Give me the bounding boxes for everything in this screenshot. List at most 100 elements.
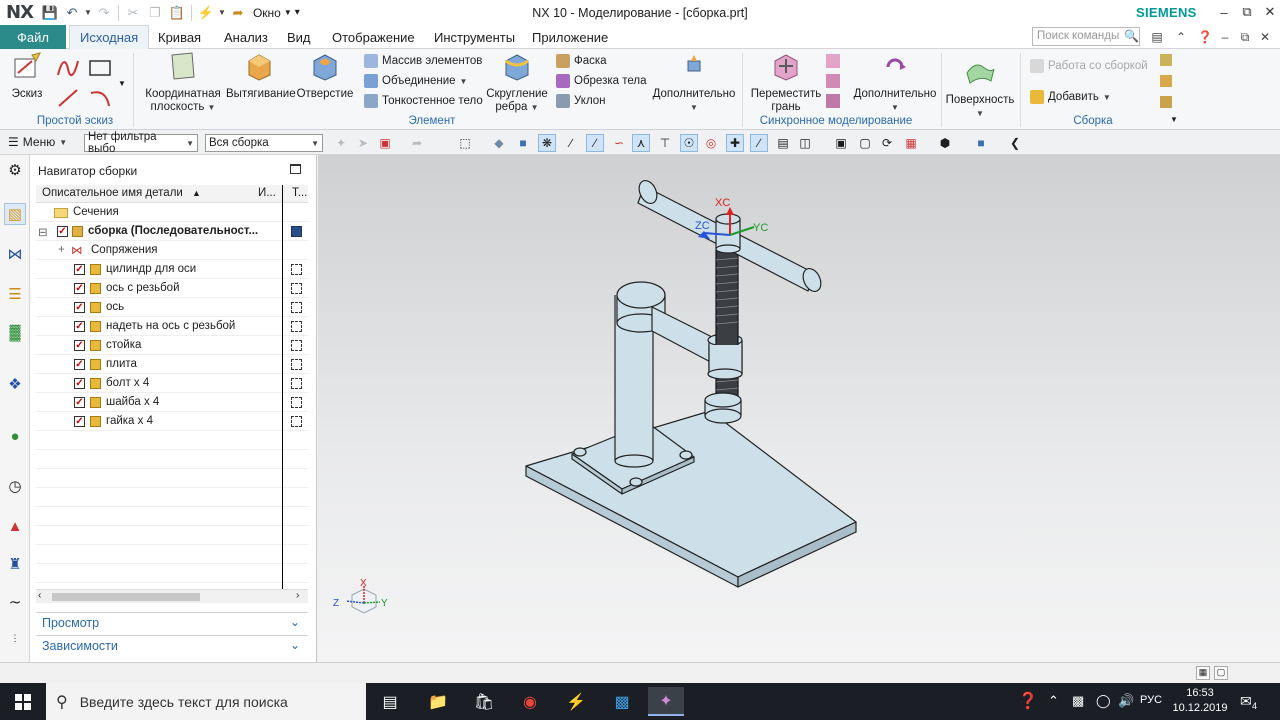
taskbar-search[interactable]: ⚲ Введите здесь текст для поиска	[46, 683, 366, 720]
sort-ascending-icon[interactable]: ▲	[192, 188, 201, 198]
checkbox[interactable]: ✓	[74, 340, 85, 351]
app-icon[interactable]: ⚡	[558, 687, 594, 716]
checkbox[interactable]: ✓	[74, 397, 85, 408]
column-header-i[interactable]: И...	[258, 187, 276, 199]
window-layout-icon[interactable]: ▢	[1214, 666, 1228, 680]
file-explorer-icon[interactable]: 📁	[420, 687, 456, 716]
repeat-dropdown-icon[interactable]: ▼	[217, 2, 227, 24]
zoom-icon[interactable]: ▢	[856, 134, 874, 152]
tab-analysis[interactable]: Анализ	[214, 25, 278, 49]
select-all-icon[interactable]: ▣	[376, 134, 394, 152]
move-component-icon[interactable]	[1160, 75, 1172, 87]
save-icon[interactable]: 💾	[39, 2, 61, 24]
checkbox[interactable]: ✓	[74, 321, 85, 332]
undo-dropdown-icon[interactable]: ▼	[83, 2, 93, 24]
preview-panel-header[interactable]: Просмотр ⌄	[36, 612, 308, 632]
tree-row-part[interactable]: ✓ ось	[36, 298, 308, 317]
more-resources-icon[interactable]: ⋮	[4, 627, 26, 649]
process-studio-icon[interactable]: ∼	[4, 591, 26, 613]
bolt-head[interactable]	[679, 450, 693, 460]
undo-icon[interactable]: ↶	[61, 2, 83, 24]
maximize-button[interactable]: ⧉	[1236, 2, 1258, 22]
pattern-feature-button[interactable]: Массив элементов	[364, 52, 482, 70]
tab-view[interactable]: Вид	[277, 25, 321, 49]
chevron-down-icon[interactable]: ▼	[1170, 115, 1178, 124]
more-feature-button[interactable]: Дополнительно ▼	[650, 51, 738, 114]
scroll-right-icon[interactable]: ›	[296, 590, 299, 601]
replace-face-icon[interactable]	[826, 74, 840, 88]
tree-row-part[interactable]: ✓ надеть на ось с резьбой	[36, 317, 308, 336]
visualization-icon[interactable]: ▲	[4, 515, 26, 537]
more-curves-dropdown-icon[interactable]: ▼	[118, 79, 126, 88]
handle-hub[interactable]	[715, 213, 741, 225]
select-face-icon[interactable]: ◆	[490, 134, 508, 152]
reuse-library-icon[interactable]: ▓	[4, 321, 26, 343]
collapse-icon[interactable]: ⊟	[38, 225, 48, 239]
tree-row-part[interactable]: ✓ цилиндр для оси	[36, 260, 308, 279]
ribbon-options-icon[interactable]: ▤	[1148, 28, 1166, 46]
snap-tangent-icon[interactable]: ⊤	[656, 134, 674, 152]
chamfer-button[interactable]: Фаска	[556, 52, 607, 70]
notifications-icon[interactable]: ✉	[1240, 693, 1252, 710]
line-icon[interactable]	[56, 87, 80, 109]
tree-row-part[interactable]: ✓ шайба x 4	[36, 393, 308, 412]
snap-quadrant-icon[interactable]: ◎	[702, 134, 720, 152]
constraint-navigator-icon[interactable]: ⋈	[4, 243, 26, 265]
select-body-icon[interactable]: ■	[514, 134, 532, 152]
scroll-left-icon[interactable]: ‹	[38, 590, 41, 601]
menu-button[interactable]: ☰ Меню ▼	[8, 135, 67, 149]
tab-home[interactable]: Исходная	[69, 25, 150, 49]
language-indicator[interactable]: РУС	[1140, 694, 1162, 706]
roles-icon[interactable]: ♜	[4, 553, 26, 575]
rotate-view-icon[interactable]: ⟳	[878, 134, 896, 152]
hole-button[interactable]: Отверстие	[296, 51, 354, 101]
render-style-icon[interactable]: ⬢	[936, 134, 954, 152]
checkbox[interactable]: ✓	[74, 359, 85, 370]
checkbox[interactable]: ✓	[74, 283, 85, 294]
snap-endpoint-icon[interactable]: ∕	[586, 134, 604, 152]
bolt-head[interactable]	[573, 447, 587, 457]
surface-button[interactable]: Поверхность ▼	[944, 51, 1016, 120]
close-button[interactable]: ✕	[1259, 2, 1280, 22]
view-orientation-icon[interactable]: ▦	[902, 134, 920, 152]
tree-row-sections[interactable]: Сечения	[36, 203, 308, 222]
checkbox[interactable]: ✓	[74, 378, 85, 389]
doc-close-button[interactable]: ✕	[1256, 28, 1274, 46]
clock[interactable]: 16:53 10.12.2019	[1172, 686, 1228, 716]
draft-button[interactable]: Уклон	[556, 92, 606, 110]
more-sync-button[interactable]: Дополнительно ▼	[852, 51, 938, 114]
network-icon[interactable]: ▩	[1072, 693, 1084, 709]
task-view-icon[interactable]: ▤	[372, 687, 408, 716]
column-header-name[interactable]: Описательное имя детали	[42, 187, 183, 199]
tab-render[interactable]: Отображение	[322, 25, 425, 49]
part-navigator-icon[interactable]: ☰	[4, 283, 26, 305]
snap-line-icon[interactable]: ∕	[562, 134, 580, 152]
arc-icon[interactable]	[88, 87, 112, 109]
restore-panel-icon[interactable]	[290, 164, 301, 174]
nx-taskbar-icon[interactable]: ✦	[648, 687, 684, 716]
collapse-ribbon-icon[interactable]: ⌃	[1172, 28, 1190, 46]
clock-icon[interactable]: ◷	[4, 475, 26, 497]
unite-button[interactable]: Объединение ▼	[364, 72, 467, 90]
snap-bisector-icon[interactable]: ◫	[796, 134, 814, 152]
fit-view-icon[interactable]: ▣	[832, 134, 850, 152]
move-face-button[interactable]: Переместить грань	[748, 51, 824, 114]
shell-button[interactable]: Тонкостенное тело	[364, 92, 483, 110]
fullscreen-icon[interactable]: ▦	[1196, 666, 1210, 680]
gear-icon[interactable]: ⚙	[4, 159, 26, 181]
extrude-button[interactable]: Вытягивание	[226, 51, 296, 101]
doc-minimize-button[interactable]: –	[1216, 28, 1234, 46]
web-browser-icon[interactable]: ❖	[4, 373, 26, 395]
assembly-navigator-icon[interactable]: ▧	[4, 203, 26, 225]
rectangle-select-icon[interactable]: ⬚	[456, 134, 474, 152]
datum-plane-button[interactable]: Координатная плоскость ▼	[142, 51, 224, 114]
add-component-button[interactable]: Добавить ▼	[1030, 88, 1111, 106]
save-icon[interactable]	[291, 226, 302, 237]
curve-line-icon[interactable]	[56, 57, 80, 79]
help-icon[interactable]: ❓	[1196, 28, 1214, 46]
selection-scope-select[interactable]: Вся сборка ▼	[205, 134, 323, 152]
tab-tools[interactable]: Инструменты	[424, 25, 525, 49]
tab-curve[interactable]: Кривая	[148, 25, 211, 49]
dependencies-panel-header[interactable]: Зависимости ⌄	[36, 635, 308, 655]
shaded-icon[interactable]: ■	[972, 134, 990, 152]
